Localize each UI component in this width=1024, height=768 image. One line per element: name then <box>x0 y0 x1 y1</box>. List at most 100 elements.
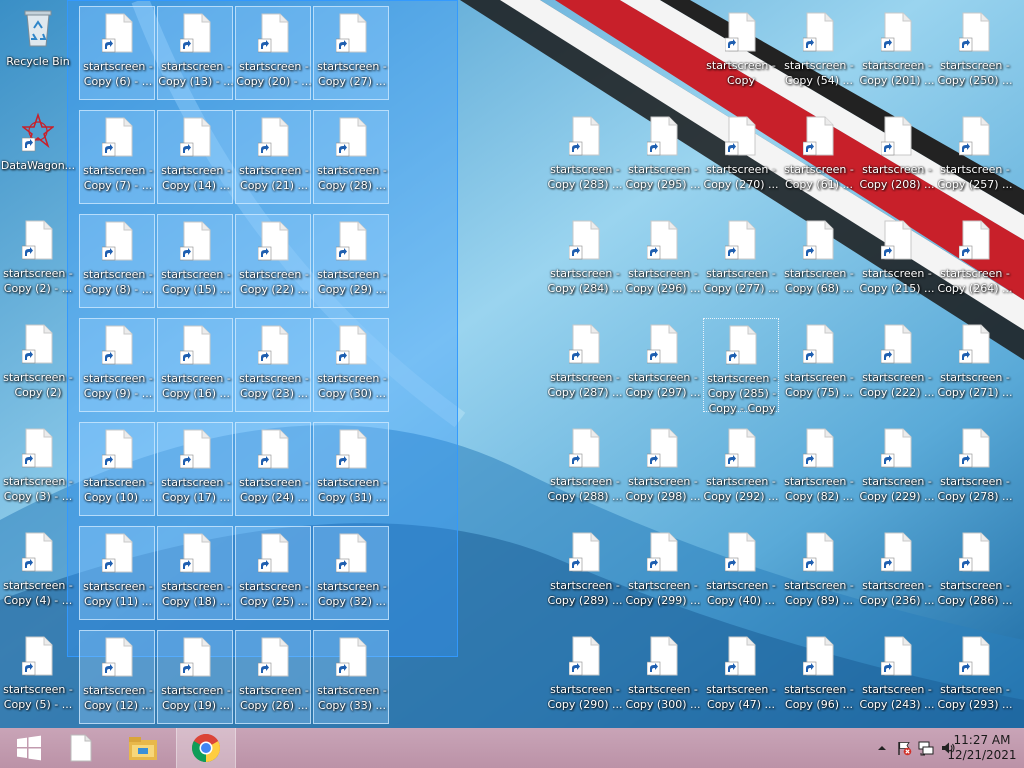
desktop-shortcut[interactable]: startscreen - Copy (33) ... <box>313 630 389 724</box>
desktop-shortcut[interactable]: startscreen - Copy (295) ... <box>625 110 701 204</box>
taskbar-file-explorer-button[interactable] <box>114 728 172 768</box>
desktop-shortcut[interactable]: startscreen - Copy (285) - Copy - Copy <box>703 318 779 415</box>
desktop-shortcut[interactable]: startscreen - Copy (22) ... <box>235 214 311 308</box>
start-button[interactable] <box>0 728 58 768</box>
shortcut-file-icon <box>881 636 912 676</box>
shortcut-label: startscreen - Copy (27) ... <box>317 60 387 88</box>
desktop-shortcut[interactable]: startscreen - Copy (18) ... <box>157 526 233 620</box>
desktop-shortcut[interactable]: startscreen - Copy (8) - ... <box>79 214 155 308</box>
desktop-shortcut[interactable]: startscreen - Copy (89) ... <box>781 526 857 620</box>
desktop-shortcut[interactable]: startscreen - Copy (222) ... <box>859 318 935 412</box>
desktop-shortcut[interactable]: startscreen - Copy (31) ... <box>313 422 389 516</box>
desktop-shortcut[interactable]: startscreen - Copy (82) ... <box>781 422 857 516</box>
shortcut-label: startscreen - Copy (4) - ... <box>3 579 73 607</box>
desktop-shortcut[interactable]: startscreen - Copy (236) ... <box>859 526 935 620</box>
desktop-shortcut[interactable]: startscreen - Copy (29) ... <box>313 214 389 308</box>
desktop-shortcut[interactable]: startscreen - Copy (298) ... <box>625 422 701 516</box>
desktop-shortcut[interactable]: startscreen - Copy (270) ... <box>703 110 779 204</box>
shortcut-label: startscreen - Copy (22) ... <box>239 268 309 296</box>
desktop-shortcut[interactable]: startscreen - Copy (15) ... <box>157 214 233 308</box>
desktop-shortcut[interactable]: startscreen - Copy (12) ... <box>79 630 155 724</box>
desktop-shortcut[interactable]: startscreen - Copy (7) - ... <box>79 110 155 204</box>
desktop-shortcut[interactable]: startscreen - Copy (288) ... <box>547 422 623 516</box>
desktop-shortcut[interactable]: startscreen - Copy (25) ... <box>235 526 311 620</box>
desktop-shortcut[interactable]: startscreen - Copy (75) ... <box>781 318 857 412</box>
desktop-shortcut[interactable]: startscreen - Copy (30) ... <box>313 318 389 412</box>
desktop-shortcut[interactable]: startscreen - Copy (28) ... <box>313 110 389 204</box>
desktop-shortcut[interactable]: startscreen - Copy (14) ... <box>157 110 233 204</box>
desktop-shortcut[interactable]: startscreen - Copy (16) ... <box>157 318 233 412</box>
shortcut-file-icon <box>180 325 211 365</box>
desktop-shortcut[interactable]: startscreen - Copy <box>703 6 779 100</box>
desktop-shortcut[interactable]: startscreen - Copy (21) ... <box>235 110 311 204</box>
desktop-shortcut[interactable]: startscreen - Copy (9) - ... <box>79 318 155 412</box>
desktop-shortcut[interactable]: startscreen - Copy (4) - ... <box>0 526 76 620</box>
desktop-shortcut[interactable]: startscreen - Copy (40) ... <box>703 526 779 620</box>
action-center-flag-icon[interactable] <box>896 740 912 756</box>
shortcut-label: startscreen - Copy (54) ... <box>784 59 854 87</box>
desktop-shortcut[interactable]: startscreen - Copy (215) ... <box>859 214 935 308</box>
desktop-shortcut[interactable]: startscreen - Copy (257) ... <box>937 110 1013 204</box>
desktop-shortcut[interactable]: startscreen - Copy (250) ... <box>937 6 1013 100</box>
desktop-shortcut[interactable]: startscreen - Copy (201) ... <box>859 6 935 100</box>
blank-document-icon <box>70 734 92 762</box>
desktop-shortcut[interactable]: startscreen - Copy (243) ... <box>859 630 935 724</box>
shortcut-file-icon <box>803 428 834 468</box>
recycle-bin-icon <box>24 10 52 47</box>
desktop-shortcut[interactable]: startscreen - Copy (26) ... <box>235 630 311 724</box>
desktop-shortcut[interactable]: startscreen - Copy (68) ... <box>781 214 857 308</box>
desktop-shortcut[interactable]: startscreen - Copy (292) ... <box>703 422 779 516</box>
desktop-shortcut[interactable]: startscreen - Copy (11) ... <box>79 526 155 620</box>
taskbar-document-button[interactable] <box>52 728 110 768</box>
desktop-shortcut[interactable]: startscreen - Copy (290) ... <box>547 630 623 724</box>
desktop-shortcut[interactable]: startscreen - Copy (287) ... <box>547 318 623 412</box>
desktop-shortcut[interactable]: startscreen - Copy (10) ... <box>79 422 155 516</box>
desktop-shortcut[interactable]: startscreen - Copy (299) ... <box>625 526 701 620</box>
desktop-shortcut[interactable]: startscreen - Copy (17) ... <box>157 422 233 516</box>
desktop-shortcut[interactable]: startscreen - Copy (19) ... <box>157 630 233 724</box>
desktop-shortcut[interactable]: startscreen - Copy (297) ... <box>625 318 701 412</box>
show-hidden-icons-chevron-icon[interactable] <box>874 740 890 756</box>
desktop-shortcut[interactable]: startscreen - Copy (24) ... <box>235 422 311 516</box>
desktop-shortcut[interactable]: startscreen - Copy (283) ... <box>547 110 623 204</box>
desktop-shortcut[interactable]: startscreen - Copy (286) ... <box>937 526 1013 620</box>
recycle-bin[interactable]: Recycle Bin <box>0 2 76 96</box>
desktop-shortcut[interactable]: startscreen - Copy (32) ... <box>313 526 389 620</box>
desktop-shortcut[interactable]: startscreen - Copy (5) - ... <box>0 630 76 724</box>
shortcut-label: startscreen - Copy (300) ... <box>625 683 701 711</box>
desktop-shortcut[interactable]: startscreen - Copy (20) - ... <box>235 6 312 100</box>
taskbar-chrome-button[interactable] <box>176 728 236 768</box>
desktop-shortcut[interactable]: startscreen - Copy (300) ... <box>625 630 701 724</box>
desktop-shortcut[interactable]: startscreen - Copy (2) <box>0 318 76 412</box>
shortcut-label: startscreen - Copy (24) ... <box>239 476 309 504</box>
shortcut-label: startscreen - Copy (277) ... <box>703 267 779 295</box>
datawagon-shortcut[interactable]: DataWagon... <box>0 106 76 200</box>
desktop-shortcut[interactable]: startscreen - Copy (23) ... <box>235 318 311 412</box>
desktop-shortcut[interactable]: startscreen - Copy (96) ... <box>781 630 857 724</box>
desktop-shortcut[interactable]: startscreen - Copy (289) ... <box>547 526 623 620</box>
desktop-shortcut[interactable]: startscreen - Copy (47) ... <box>703 630 779 724</box>
shortcut-label: startscreen - Copy (40) ... <box>706 579 776 607</box>
desktop-shortcut[interactable]: startscreen - Copy (277) ... <box>703 214 779 308</box>
desktop-shortcut[interactable]: startscreen - Copy (2) - ... <box>0 214 76 308</box>
desktop[interactable]: Recycle Bin DataWagon... startscreen - Copy… <box>0 0 1024 728</box>
shortcut-label: Recycle Bin <box>6 55 70 68</box>
desktop-shortcut[interactable]: startscreen - Copy (271) ... <box>937 318 1013 412</box>
desktop-shortcut[interactable]: startscreen - Copy (264) ... <box>937 214 1013 308</box>
desktop-shortcut[interactable]: startscreen - Copy (229) ... <box>859 422 935 516</box>
desktop-shortcut[interactable]: startscreen - Copy (293) ... <box>937 630 1013 724</box>
desktop-shortcut[interactable]: startscreen - Copy (27) ... <box>313 6 389 100</box>
shortcut-label: startscreen - Copy (13) - ... <box>158 60 234 88</box>
desktop-shortcut[interactable]: startscreen - Copy (61) ... <box>781 110 857 204</box>
desktop-shortcut[interactable]: startscreen - Copy (54) ... <box>781 6 857 100</box>
desktop-shortcut[interactable]: startscreen - Copy (208) ... <box>859 110 935 204</box>
desktop-shortcut[interactable]: startscreen - Copy (278) ... <box>937 422 1013 516</box>
desktop-shortcut[interactable]: startscreen - Copy (3) - ... <box>0 422 76 516</box>
desktop-shortcut[interactable]: startscreen - Copy (296) ... <box>625 214 701 308</box>
desktop-shortcut[interactable]: startscreen - Copy (284) ... <box>547 214 623 308</box>
network-icon[interactable] <box>918 740 934 756</box>
desktop-shortcut[interactable]: startscreen - Copy (6) - ... <box>79 6 155 100</box>
desktop-shortcut[interactable]: startscreen - Copy (13) - ... <box>157 6 234 100</box>
shortcut-label: startscreen - Copy (284) ... <box>547 267 623 295</box>
taskbar-clock[interactable]: 11:27 AM 12/21/2021 <box>944 733 1020 763</box>
